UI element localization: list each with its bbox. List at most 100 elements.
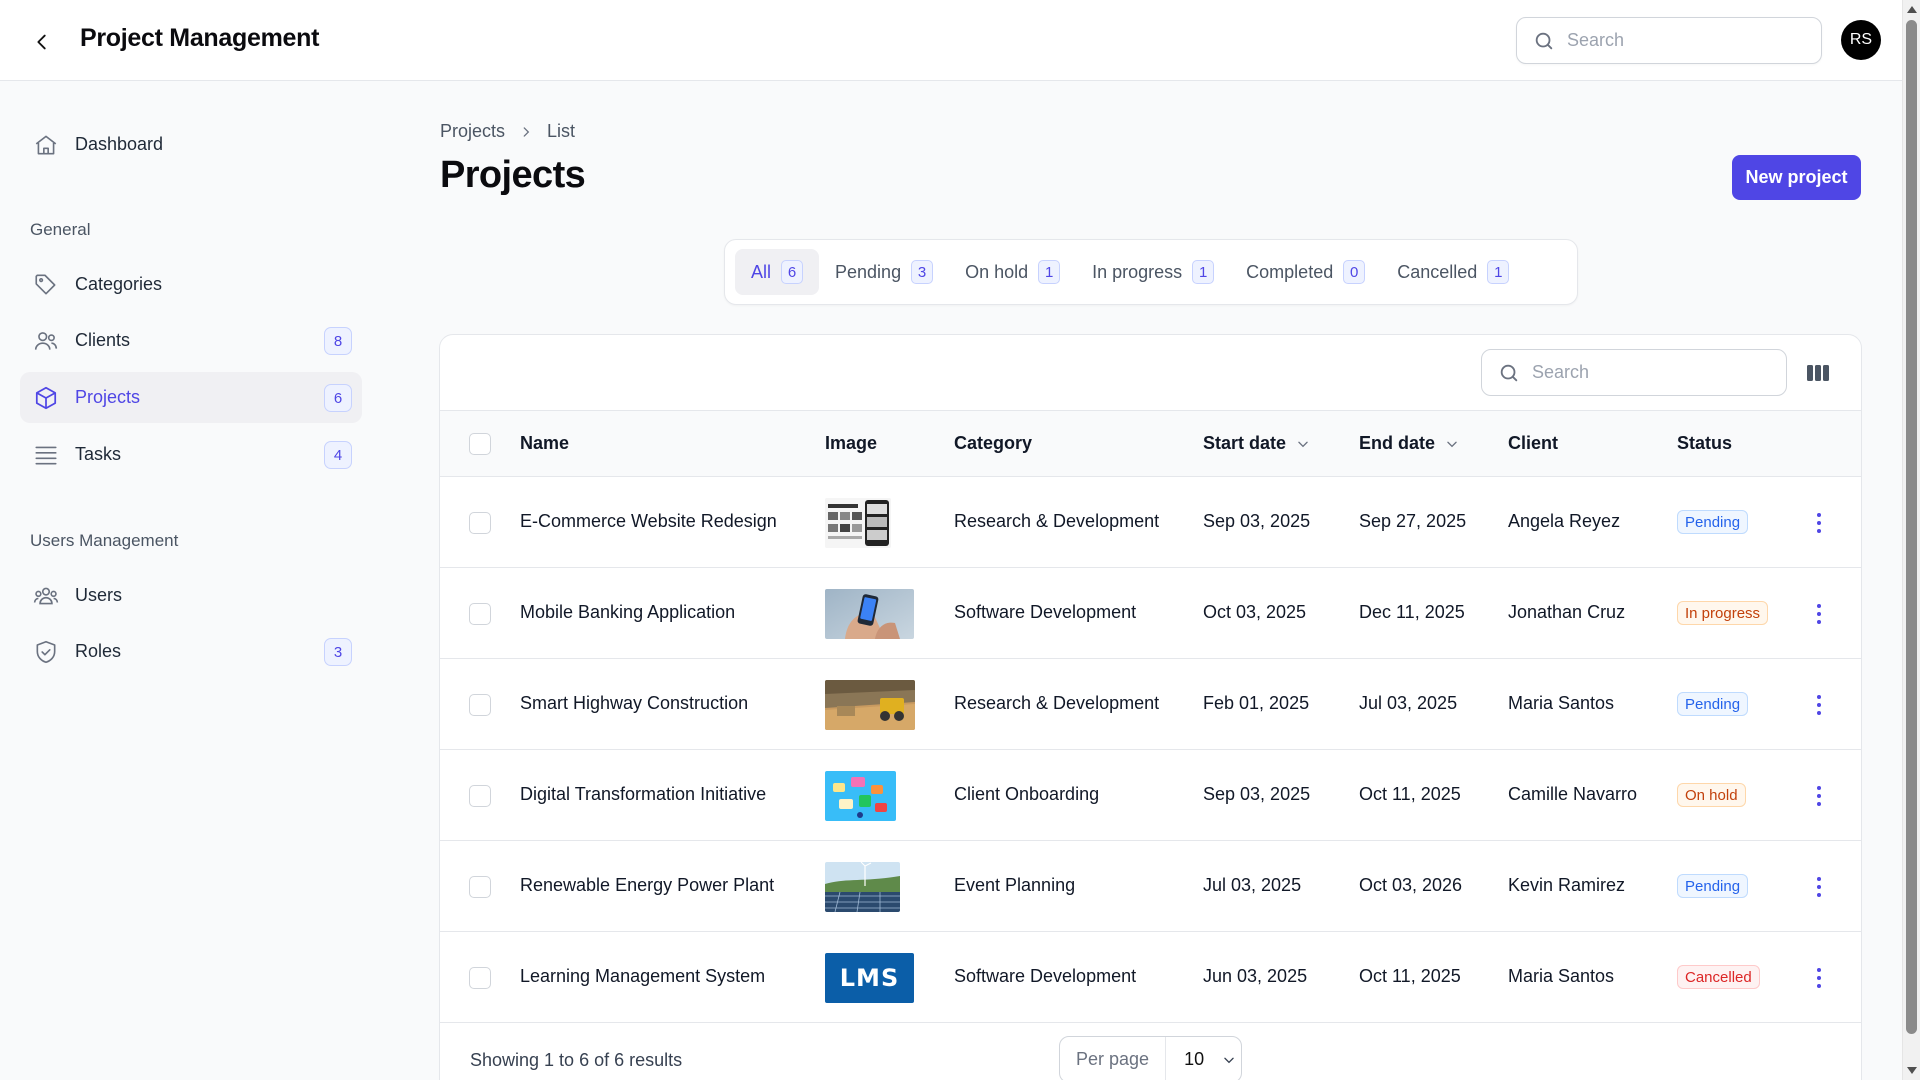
sidebar-item-projects[interactable]: Projects 6: [20, 372, 362, 423]
project-end-date: Oct 11, 2025: [1359, 966, 1461, 986]
project-start-date: Oct 03, 2025: [1203, 602, 1307, 622]
users-icon: [32, 327, 60, 355]
shield-check-icon: [32, 638, 60, 666]
row-checkbox[interactable]: [469, 512, 491, 534]
project-image: [825, 862, 900, 912]
project-name: Smart Highway Construction: [520, 693, 749, 713]
tab-in-progress[interactable]: In progress 1: [1076, 249, 1230, 295]
scrollbar[interactable]: [1902, 0, 1920, 1080]
project-client: Jonathan Cruz: [1508, 602, 1626, 622]
tab-count: 1: [1487, 260, 1510, 284]
project-category: Event Planning: [954, 875, 1076, 895]
row-actions-icon[interactable]: [1809, 965, 1829, 991]
per-page-value[interactable]: 10: [1166, 1049, 1236, 1070]
row-checkbox[interactable]: [469, 967, 491, 989]
table-search-input[interactable]: [1532, 362, 1772, 383]
sidebar-item-tasks[interactable]: Tasks 4: [20, 429, 362, 480]
select-all-checkbox[interactable]: [469, 433, 491, 455]
table-search[interactable]: [1481, 349, 1787, 396]
column-header-end-date[interactable]: End date: [1359, 433, 1459, 454]
tab-completed[interactable]: Completed 0: [1230, 249, 1381, 295]
chevron-down-icon: [1447, 441, 1457, 447]
table-header: Name Image Category Start date End date …: [440, 410, 1861, 477]
back-icon[interactable]: [28, 28, 56, 56]
chevron-right-icon: [523, 126, 530, 137]
column-header-start-date[interactable]: Start date: [1203, 433, 1310, 454]
tab-all[interactable]: All 6: [735, 249, 820, 295]
project-start-date: Sep 03, 2025: [1203, 784, 1311, 804]
row-checkbox[interactable]: [469, 603, 491, 625]
row-actions-icon[interactable]: [1809, 692, 1829, 718]
sidebar-item-clients[interactable]: Clients 8: [20, 315, 362, 366]
row-checkbox[interactable]: [469, 785, 491, 807]
sidebar-item-label: Users: [75, 585, 123, 605]
count-badge: 4: [324, 441, 352, 469]
table-row[interactable]: Smart Highway Construction Research & De…: [440, 659, 1861, 750]
status-badge: Cancelled: [1677, 965, 1760, 989]
app-title: Project Management: [80, 24, 320, 52]
row-actions-icon[interactable]: [1809, 783, 1829, 809]
row-actions-icon[interactable]: [1809, 510, 1829, 536]
sidebar-item-label: Roles: [75, 641, 122, 661]
sidebar-item-label: Projects: [75, 387, 141, 407]
tab-count: 6: [781, 260, 804, 284]
row-actions-icon[interactable]: [1809, 874, 1829, 900]
tab-count: 3: [911, 260, 934, 284]
global-search[interactable]: [1516, 17, 1822, 64]
table-row[interactable]: Digital Transformation Initiative Client…: [440, 750, 1861, 841]
count-badge: 6: [324, 384, 352, 412]
table-row[interactable]: Renewable Energy Power Plant Event Plann…: [440, 841, 1861, 932]
avatar[interactable]: RS: [1841, 20, 1881, 60]
tab-pending[interactable]: Pending 3: [819, 249, 949, 295]
table-row[interactable]: Learning Management System LMS Software …: [440, 932, 1861, 1023]
tab-cancelled[interactable]: Cancelled 1: [1381, 249, 1525, 295]
scroll-up-arrow[interactable]: [1907, 6, 1917, 13]
user-group-icon: [32, 582, 60, 610]
sidebar-item-dashboard[interactable]: Dashboard: [20, 119, 362, 170]
tab-label: In progress: [1092, 261, 1183, 282]
project-start-date: Jun 03, 2025: [1203, 966, 1308, 986]
list-icon: [32, 441, 60, 469]
project-start-date: Sep 03, 2025: [1203, 511, 1311, 531]
search-icon: [1500, 364, 1518, 381]
breadcrumb-projects[interactable]: Projects: [440, 121, 505, 142]
count-badge: 8: [324, 327, 352, 355]
global-search-input[interactable]: [1567, 30, 1807, 51]
row-checkbox[interactable]: [469, 694, 491, 716]
table-row[interactable]: Mobile Banking Application Software Deve…: [440, 568, 1861, 659]
table-row[interactable]: E-Commerce Website Redesign Research & D…: [440, 477, 1861, 568]
tab-count: 0: [1343, 260, 1366, 284]
cube-icon: [32, 384, 60, 412]
status-tabs: All 6 Pending 3 On hold 1 In progress 1 Comp…: [724, 239, 1578, 305]
project-category: Software Development: [954, 966, 1137, 986]
count-badge: 3: [324, 638, 352, 666]
scroll-thumb[interactable]: [1906, 20, 1917, 1034]
row-checkbox[interactable]: [469, 876, 491, 898]
sidebar-item-categories[interactable]: Categories: [20, 259, 362, 310]
new-project-button[interactable]: New project: [1732, 155, 1861, 200]
project-image: [825, 589, 914, 639]
project-name: Digital Transformation Initiative: [520, 784, 767, 804]
sidebar-item-roles[interactable]: Roles 3: [20, 626, 362, 677]
project-name: Mobile Banking Application: [520, 602, 736, 622]
project-end-date: Dec 11, 2025: [1359, 602, 1465, 622]
columns-toggle-icon[interactable]: [1806, 361, 1830, 385]
project-client: Camille Navarro: [1508, 784, 1638, 804]
status-badge: Pending: [1677, 692, 1749, 716]
scroll-down-arrow[interactable]: [1907, 1067, 1917, 1074]
project-name: Learning Management System: [520, 966, 766, 986]
project-category: Research & Development: [954, 693, 1160, 713]
row-actions-icon[interactable]: [1809, 601, 1829, 627]
project-end-date: Jul 03, 2025: [1359, 693, 1458, 713]
sidebar-item-users[interactable]: Users: [20, 570, 362, 621]
per-page-select[interactable]: Per page 10: [1059, 1036, 1242, 1080]
column-header-image: Image: [825, 433, 878, 453]
project-category: Software Development: [954, 602, 1137, 622]
project-name: E-Commerce Website Redesign: [520, 511, 777, 531]
project-start-date: Feb 01, 2025: [1203, 693, 1310, 713]
tab-on-hold[interactable]: On hold 1: [949, 249, 1076, 295]
sidebar-item-label: Dashboard: [75, 134, 164, 154]
project-client: Kevin Ramirez: [1508, 875, 1626, 895]
column-header-label: Start date: [1203, 433, 1287, 453]
sidebar-item-label: Categories: [75, 274, 163, 294]
